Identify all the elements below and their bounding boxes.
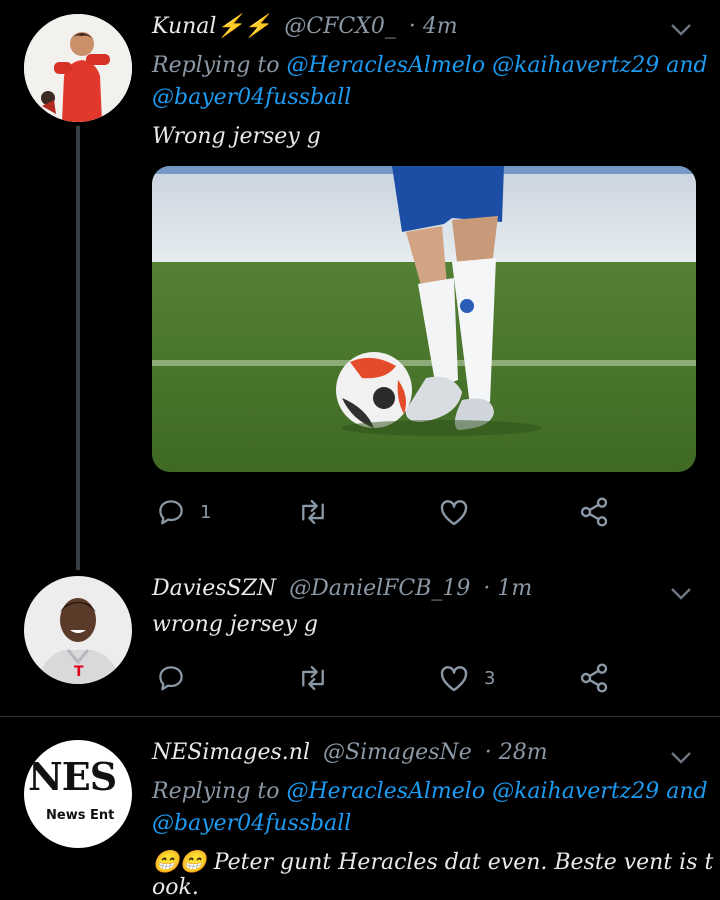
- and-label: and: [666, 53, 708, 78]
- like-button[interactable]: [438, 492, 484, 532]
- tweet-actions: 1: [152, 492, 622, 532]
- share-button[interactable]: [578, 658, 610, 698]
- chevron-down-icon[interactable]: [670, 18, 692, 42]
- tweet-text: Wrong jersey g: [152, 124, 321, 149]
- reply-button[interactable]: 1: [156, 492, 211, 532]
- display-name[interactable]: NESimages.nl: [152, 740, 310, 765]
- tweet-nesimages[interactable]: NES News Ent NESimages.nl @SimagesNe · 2…: [0, 728, 720, 900]
- replying-to-label: Replying to: [152, 53, 280, 78]
- timestamp[interactable]: · 4m: [409, 14, 458, 39]
- reply-icon: [159, 666, 183, 691]
- like-count: 3: [484, 667, 496, 689]
- tweet-header: NESimages.nl @SimagesNe · 28m: [152, 740, 548, 765]
- reply-icon: [159, 500, 183, 525]
- tweet-image[interactable]: [152, 166, 696, 472]
- share-button[interactable]: [578, 492, 610, 532]
- reply-button[interactable]: [156, 658, 200, 698]
- mention-link[interactable]: @kaihavertz29: [492, 53, 659, 78]
- tweet-text: wrong jersey g: [152, 612, 319, 637]
- mention-link[interactable]: @kaihavertz29: [492, 779, 659, 804]
- handle[interactable]: @DanielFCB_19: [289, 576, 470, 601]
- replying-to: Replying to @HeraclesAlmelo @kaihavertz2…: [152, 50, 708, 114]
- mention-link[interactable]: @HeraclesAlmelo: [287, 779, 486, 804]
- replying-to: Replying to @HeraclesAlmelo @kaihavertz2…: [152, 776, 708, 840]
- tweet-header: Kunal⚡⚡ @CFCX0_ · 4m: [152, 14, 458, 39]
- tweet-kunal[interactable]: Kunal⚡⚡ @CFCX0_ · 4m Replying to @Heracl…: [0, 0, 720, 560]
- tweet-daviesszn[interactable]: T DaviesSZN @DanielFCB_19 · 1m wrong jer…: [0, 566, 720, 716]
- replying-to-label: Replying to: [152, 779, 280, 804]
- retweet-button[interactable]: [296, 492, 330, 532]
- svg-text:T: T: [74, 664, 84, 680]
- retweet-button[interactable]: [296, 658, 330, 698]
- like-button[interactable]: 3: [438, 658, 495, 698]
- chevron-down-icon[interactable]: [670, 582, 692, 606]
- handle[interactable]: @CFCX0_: [284, 14, 396, 39]
- mention-link[interactable]: @bayer04fussball: [152, 85, 351, 110]
- heart-icon: [440, 666, 468, 692]
- avatar[interactable]: NES News Ent: [24, 740, 132, 848]
- chevron-down-icon[interactable]: [670, 746, 692, 770]
- divider: [0, 716, 720, 717]
- avatar-logo-subtext: News Ent: [46, 808, 115, 823]
- tweet-header: DaviesSZN @DanielFCB_19 · 1m: [152, 576, 532, 601]
- retweet-icon: [302, 499, 324, 525]
- timestamp[interactable]: · 1m: [483, 576, 532, 601]
- reply-count: 1: [200, 501, 212, 523]
- avatar[interactable]: [24, 14, 132, 122]
- display-name[interactable]: Kunal⚡⚡: [152, 14, 271, 39]
- heart-icon: [440, 500, 468, 526]
- share-icon: [580, 663, 608, 693]
- mention-link[interactable]: @HeraclesAlmelo: [287, 53, 486, 78]
- retweet-icon: [302, 665, 324, 691]
- timestamp[interactable]: · 28m: [485, 740, 548, 765]
- share-icon: [580, 497, 608, 527]
- avatar[interactable]: T: [24, 576, 132, 684]
- avatar-logo-text: NES: [28, 754, 117, 799]
- tweet-actions: 3: [152, 658, 622, 698]
- mention-link[interactable]: @bayer04fussball: [152, 811, 351, 836]
- and-label: and: [666, 779, 708, 804]
- tweet-text: 😁😁 Peter gunt Heracles dat even. Beste v…: [152, 850, 714, 900]
- display-name[interactable]: DaviesSZN: [152, 576, 276, 601]
- handle[interactable]: @SimagesNe: [323, 740, 472, 765]
